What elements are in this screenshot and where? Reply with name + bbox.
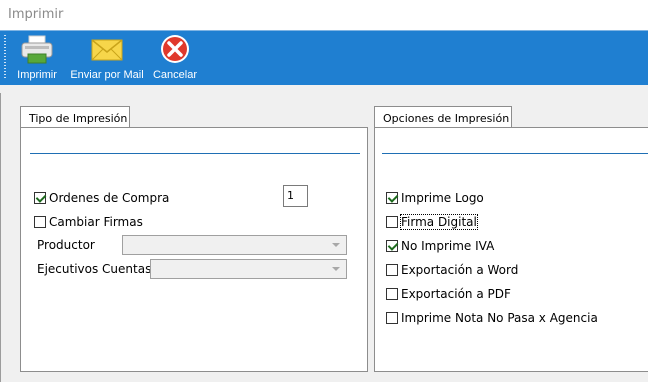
ejecutivos-cuentas-select[interactable]	[150, 259, 347, 279]
firma-digital-checkbox[interactable]: Firma Digital	[386, 214, 478, 230]
exportacion-word-label: Exportación a Word	[401, 263, 519, 277]
window-title: Imprimir	[8, 7, 64, 22]
exportacion-pdf-label: Exportación a PDF	[401, 287, 511, 301]
exportacion-word-checkbox[interactable]: Exportación a Word	[386, 263, 518, 277]
productor-select[interactable]	[122, 235, 347, 255]
productor-label: Productor	[37, 238, 95, 252]
exportacion-pdf-check-icon[interactable]	[386, 288, 398, 300]
left-border	[0, 93, 1, 382]
imprime-nota-checkbox[interactable]: Imprime Nota No Pasa x Agencia	[386, 311, 598, 325]
firma-digital-check-icon[interactable]	[386, 216, 398, 228]
cancel-button-label: Cancelar	[152, 69, 198, 81]
tab-tipo-impresion[interactable]: Tipo de Impresión	[20, 106, 130, 128]
chevron-down-icon[interactable]	[332, 243, 340, 247]
imprime-logo-checkbox[interactable]: Imprime Logo	[386, 191, 484, 205]
print-button[interactable]: Imprimir	[14, 33, 60, 83]
tab-opciones-impresion[interactable]: Opciones de Impresión	[374, 106, 512, 128]
copies-input[interactable]: 1	[283, 185, 308, 207]
send-mail-button[interactable]: Enviar por Mail	[68, 33, 146, 83]
opciones-separator	[382, 153, 648, 154]
no-imprime-iva-label: No Imprime IVA	[401, 239, 495, 253]
firma-digital-label: Firma Digital	[400, 214, 478, 230]
no-imprime-iva-check-icon[interactable]	[386, 240, 398, 252]
imprime-nota-check-icon[interactable]	[386, 312, 398, 324]
send-mail-button-label: Enviar por Mail	[70, 69, 144, 81]
toolbar-grip[interactable]	[4, 35, 6, 79]
imprime-logo-label: Imprime Logo	[401, 191, 484, 205]
cancel-icon	[161, 35, 189, 63]
imprime-logo-check-icon[interactable]	[386, 192, 398, 204]
exportacion-word-check-icon[interactable]	[386, 264, 398, 276]
title-bar: Imprimir	[0, 0, 648, 30]
ejecutivos-cuentas-label: Ejecutivos Cuentas	[37, 262, 152, 276]
ordenes-compra-label: Ordenes de Compra	[49, 191, 170, 205]
cambiar-firmas-label: Cambiar Firmas	[49, 215, 143, 229]
ordenes-compra-check-icon[interactable]	[34, 192, 46, 204]
print-dialog: Imprimir Imprimir Enviar por Mail Cancel…	[0, 0, 648, 382]
ordenes-compra-checkbox[interactable]: Ordenes de Compra	[34, 191, 169, 205]
cambiar-firmas-checkbox[interactable]: Cambiar Firmas	[34, 215, 143, 229]
exportacion-pdf-checkbox[interactable]: Exportación a PDF	[386, 287, 511, 301]
envelope-icon	[91, 39, 123, 61]
tipo-separator	[30, 153, 360, 154]
tab-opciones-impresion-label: Opciones de Impresión	[383, 112, 510, 125]
printer-icon	[21, 35, 53, 64]
cambiar-firmas-check-icon[interactable]	[34, 216, 46, 228]
chevron-down-icon[interactable]	[332, 267, 340, 271]
tab-tipo-impresion-label: Tipo de Impresión	[29, 112, 128, 125]
toolbar: Imprimir Enviar por Mail Cancelar	[0, 30, 648, 85]
cancel-button[interactable]: Cancelar	[151, 33, 199, 83]
no-imprime-iva-checkbox[interactable]: No Imprime IVA	[386, 239, 494, 253]
print-button-label: Imprimir	[17, 69, 57, 81]
imprime-nota-label: Imprime Nota No Pasa x Agencia	[401, 311, 598, 325]
